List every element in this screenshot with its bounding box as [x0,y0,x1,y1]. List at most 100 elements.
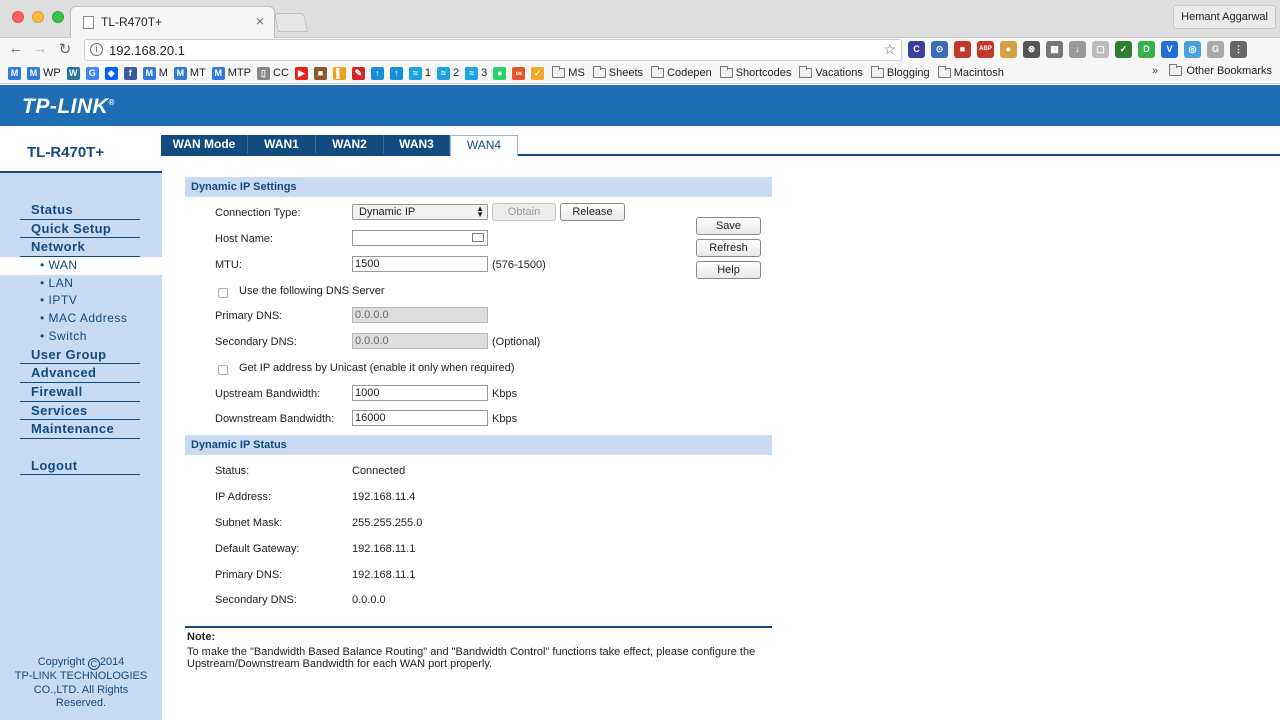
bookmark-item[interactable]: ↑ [389,65,403,81]
bookmark-item[interactable]: ▯ CC [257,65,289,81]
subnet-mask-label: Subnet Mask: [215,517,283,529]
minimize-window-button[interactable] [32,11,44,23]
bookmark-item[interactable]: ≈2 [437,65,459,81]
sidebar-item-advanced[interactable]: Advanced [20,364,140,383]
bookmark-item[interactable]: M MT [173,65,206,81]
bookmark-item[interactable]: ◆ [104,65,118,81]
sidebar-item-logout[interactable]: Logout [20,457,140,476]
help-button[interactable]: Help [696,261,761,279]
extension-icon[interactable]: ABP [977,41,994,58]
bookmark-item[interactable]: ■ [313,65,327,81]
bookmark-folder[interactable]: Blogging [870,65,930,81]
bookmark-item[interactable]: f [123,65,137,81]
bookmark-item[interactable]: G [85,65,99,81]
tab-wan3[interactable]: WAN3 [384,135,450,154]
browser-tab[interactable]: TL-R470T+ × [70,6,275,38]
autofill-card-icon[interactable] [472,233,484,242]
sidebar-item-mac-address[interactable]: • MAC Address [0,310,162,328]
extension-icon[interactable]: D [1138,41,1155,58]
bookmark-label: 3 [481,67,488,79]
close-window-button[interactable] [12,11,24,23]
forward-arrow-icon[interactable]: → [30,40,50,57]
extension-icon[interactable]: ⊗ [1023,41,1040,58]
bookmark-folder[interactable]: Codepen [651,65,712,81]
bookmark-folder[interactable]: MS [552,65,585,81]
bookmark-item[interactable]: ● [493,65,507,81]
extension-icon[interactable]: ↓ [1069,41,1086,58]
tab-wan1[interactable]: WAN1 [248,135,316,154]
bookmark-item[interactable]: M [8,65,21,81]
bookmark-item[interactable]: ≈1 [408,65,431,81]
tab-wan2[interactable]: WAN2 [316,135,384,154]
bookmark-folder[interactable]: Shortcodes [719,65,791,81]
default-gateway-label: Default Gateway: [215,543,300,555]
primary-dns-input[interactable]: 0.0.0.0 [352,307,488,323]
refresh-button[interactable]: Refresh [696,239,761,257]
bookmark-star-icon[interactable]: ☆ [883,41,896,58]
extension-icon[interactable]: ⊙ [931,41,948,58]
bookmarks-overflow-icon[interactable]: » [1152,65,1158,77]
zoom-window-button[interactable] [52,11,64,23]
bookmark-item[interactable]: ▶ [294,65,308,81]
back-arrow-icon[interactable]: ← [6,40,26,57]
upstream-input[interactable]: 1000 [352,385,488,401]
connection-type-select[interactable]: Dynamic IP ▲ ▼ [352,204,488,220]
extension-icon[interactable]: G [1207,41,1224,58]
sidebar-item-iptv[interactable]: • IPTV [0,292,162,310]
extension-icon[interactable]: ◎ [1184,41,1201,58]
extension-icon[interactable]: V [1161,41,1178,58]
downstream-input[interactable]: 16000 [352,410,488,426]
bookmark-item[interactable]: W [66,65,80,81]
bookmark-item[interactable]: MM [142,65,168,81]
bookmark-item[interactable]: M MTP [211,65,251,81]
extension-icon[interactable]: C [908,41,925,58]
extension-icon[interactable]: ▢ [1092,41,1109,58]
profile-button[interactable]: Hemant Aggarwal [1173,5,1276,29]
main-content: Dynamic IP Settings Connection Type: Dyn… [162,142,1280,720]
mtu-input[interactable]: 1500 [352,256,488,272]
sidebar-item-firewall[interactable]: Firewall [20,383,140,402]
bookmark-folder[interactable]: Vacations [799,65,863,81]
extension-icon[interactable]: ✓ [1115,41,1132,58]
bookmark-item[interactable]: ∞ [512,65,526,81]
use-dns-checkbox[interactable] [218,288,228,298]
sidebar-item-network[interactable]: Network [20,238,140,257]
sidebar-item-maintenance[interactable]: Maintenance [20,420,140,439]
tab-wan-mode[interactable]: WAN Mode [161,135,248,154]
unicast-checkbox[interactable] [218,365,228,375]
sidebar-item-switch[interactable]: • Switch [0,328,162,346]
secondary-dns-input[interactable]: 0.0.0.0 [352,333,488,349]
address-bar[interactable]: i 192.168.20.1 ☆ [84,39,902,61]
host-name-input[interactable] [352,230,488,246]
sidebar-item-user-group[interactable]: User Group [20,346,140,365]
bookmark-favicon-icon: ✎ [351,66,365,80]
sidebar-item-quick-setup[interactable]: Quick Setup [20,220,140,239]
sidebar-item-services[interactable]: Services [20,402,140,421]
obtain-button[interactable]: Obtain [492,203,556,221]
extension-icon[interactable]: ▦ [1046,41,1063,58]
save-button[interactable]: Save [696,217,761,235]
new-tab-button[interactable] [273,13,309,32]
reload-icon[interactable]: ↻ [55,40,75,58]
sidebar-item-wan[interactable]: • WAN [0,256,162,275]
sidebar-item-lan[interactable]: • LAN [0,275,162,293]
tab-close-icon[interactable]: × [256,13,264,29]
bookmark-favicon-icon: ∞ [512,66,526,80]
bookmark-item[interactable]: ≈3 [465,65,487,81]
url-text[interactable]: 192.168.20.1 [109,43,185,58]
bookmark-item[interactable]: M WP [27,65,61,81]
extension-icon[interactable]: ● [1000,41,1017,58]
extension-icon[interactable]: ⋮ [1230,41,1247,58]
bookmark-item[interactable]: ▌ [332,65,346,81]
bookmark-item[interactable]: ↑ [370,65,384,81]
sidebar-item-status[interactable]: Status [20,201,140,220]
note-text: To make the "Bandwidth Based Balance Rou… [187,646,756,670]
bookmark-item[interactable]: ✓ [531,65,545,81]
bookmark-item[interactable]: ✎ [351,65,365,81]
extension-icon[interactable]: ■ [954,41,971,58]
bookmark-folder[interactable]: Macintosh [937,65,1004,81]
bookmark-folder[interactable]: Sheets [592,65,643,81]
info-icon[interactable]: i [90,43,103,56]
other-bookmarks[interactable]: Other Bookmarks [1169,64,1272,77]
release-button[interactable]: Release [560,203,625,221]
